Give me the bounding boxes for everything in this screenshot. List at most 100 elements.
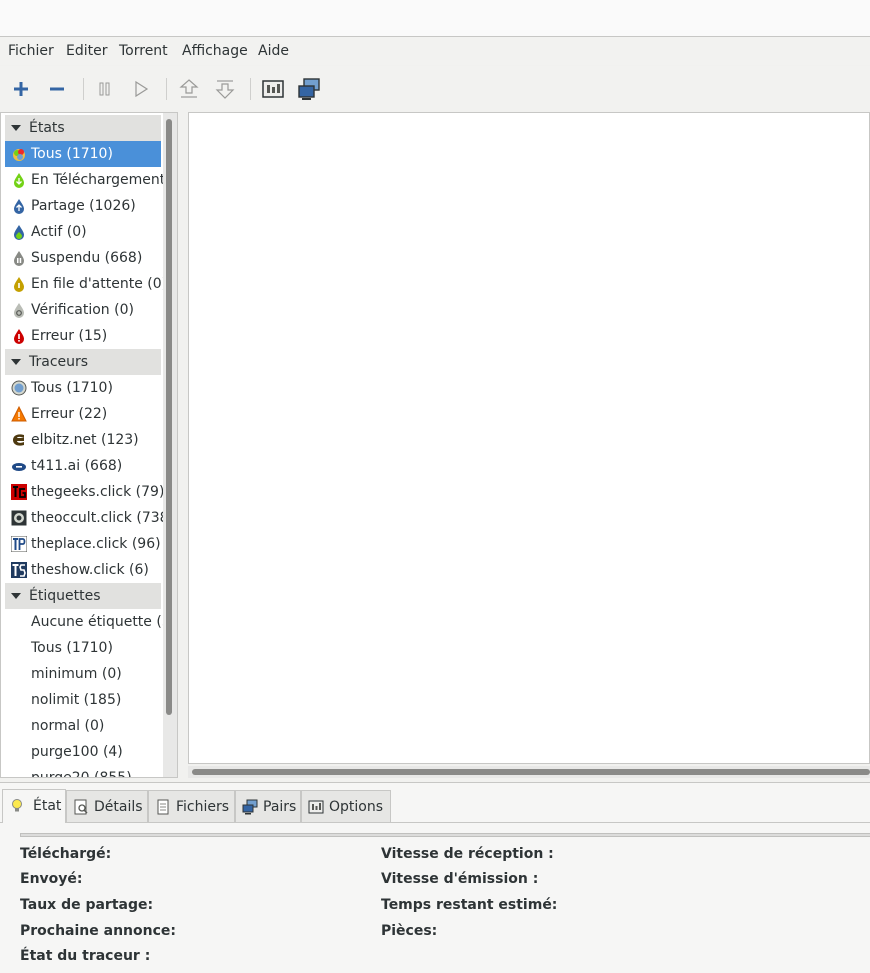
sidebar-item-label-purge20[interactable]: purge20 (855) bbox=[5, 765, 161, 778]
connection-manager-icon bbox=[298, 78, 320, 100]
menu-bar: Fichier Editer Torrent Affichage Aide bbox=[0, 37, 870, 65]
menu-torrent[interactable]: Torrent bbox=[119, 43, 168, 59]
sidebar-item-tracker-t411[interactable]: t411.ai (668) bbox=[5, 453, 161, 479]
move-up-icon bbox=[179, 79, 199, 98]
sidebar-item-label: normal (0) bbox=[31, 718, 105, 734]
sidebar-item-label: theshow.click (6) bbox=[31, 562, 149, 578]
toolbar-separator bbox=[166, 78, 167, 100]
torrent-list[interactable] bbox=[188, 112, 870, 764]
section-label: États bbox=[29, 120, 65, 136]
sidebar-item-checking[interactable]: Vérification (0) bbox=[5, 297, 161, 323]
preferences-button[interactable] bbox=[260, 76, 286, 102]
sidebar-item-label: Aucune étiquette (5 bbox=[31, 614, 171, 630]
queue-up-button[interactable] bbox=[176, 76, 202, 102]
sidebar-item-downloading[interactable]: En Téléchargement bbox=[5, 167, 165, 193]
tab-fichiers[interactable]: Fichiers bbox=[148, 790, 235, 822]
sidebar-item-label: Tous (1710) bbox=[31, 380, 113, 396]
theplace-favicon bbox=[11, 536, 27, 552]
sidebar-item-label-minimum[interactable]: minimum (0) bbox=[5, 661, 161, 687]
sidebar-item-tracker-thegeeks[interactable]: thegeeks.click (79) bbox=[5, 479, 165, 505]
sidebar-item-tracker-error[interactable]: Erreur (22) bbox=[5, 401, 161, 427]
section-label: Étiquettes bbox=[29, 588, 101, 604]
field-download-speed: Vitesse de réception : bbox=[381, 846, 554, 862]
paused-icon bbox=[14, 251, 24, 266]
sidebar-scrollbar-thumb[interactable] bbox=[166, 119, 172, 715]
tab-label: Détails bbox=[94, 799, 143, 815]
field-pieces: Pièces: bbox=[381, 923, 438, 939]
preferences-icon bbox=[262, 80, 284, 98]
seeding-icon bbox=[14, 199, 24, 214]
sidebar-item-tracker-theoccult[interactable]: theoccult.click (738) bbox=[5, 505, 174, 531]
sidebar-item-etat-tous[interactable]: Tous (1710) bbox=[5, 141, 161, 167]
sidebar-scrollbar[interactable] bbox=[163, 113, 177, 777]
menu-affichage[interactable]: Affichage bbox=[182, 43, 248, 59]
move-down-icon bbox=[215, 80, 235, 99]
tab-label: Pairs bbox=[263, 799, 297, 815]
sidebar-section-etiquettes[interactable]: Étiquettes bbox=[5, 583, 161, 609]
sidebar-item-label-all[interactable]: Tous (1710) bbox=[5, 635, 161, 661]
sidebar-item-tracker-elbitz[interactable]: elbitz.net (123) bbox=[5, 427, 161, 453]
tab-details[interactable]: Détails bbox=[66, 790, 148, 822]
torrent-list-hscrollbar[interactable] bbox=[188, 766, 870, 778]
sidebar-item-error[interactable]: Erreur (15) bbox=[5, 323, 161, 349]
sidebar-section-traceurs[interactable]: Traceurs bbox=[5, 349, 161, 375]
sidebar-item-label: purge20 (855) bbox=[31, 770, 132, 778]
sidebar-item-paused[interactable]: Suspendu (668) bbox=[5, 245, 161, 271]
toolbar-separator bbox=[83, 78, 84, 100]
all-icon bbox=[13, 149, 25, 161]
field-eta: Temps restant estimé: bbox=[381, 897, 558, 913]
menu-aide[interactable]: Aide bbox=[258, 43, 289, 59]
sidebar-item-queued[interactable]: En file d'attente (0) bbox=[5, 271, 167, 297]
sidebar-item-label-none[interactable]: Aucune étiquette (5 bbox=[5, 609, 171, 635]
sidebar-item-active[interactable]: Actif (0) bbox=[5, 219, 161, 245]
sidebar-item-label: purge100 (4) bbox=[31, 744, 123, 760]
sidebar-item-label: thegeeks.click (79) bbox=[31, 484, 165, 500]
sidebar-item-tracker-tous[interactable]: Tous (1710) bbox=[5, 375, 161, 401]
sidebar-item-label: t411.ai (668) bbox=[31, 458, 123, 474]
tab-options[interactable]: Options bbox=[301, 790, 391, 822]
window-titlebar bbox=[0, 0, 870, 37]
expander-down-icon[interactable] bbox=[11, 593, 21, 599]
expander-down-icon[interactable] bbox=[11, 125, 21, 131]
globe-icon bbox=[11, 380, 27, 396]
tab-etat[interactable]: État bbox=[2, 789, 66, 823]
sidebar-item-label-normal[interactable]: normal (0) bbox=[5, 713, 161, 739]
warning-icon bbox=[11, 406, 27, 422]
sidebar-item-label: theoccult.click (738) bbox=[31, 510, 175, 526]
checking-icon bbox=[14, 303, 24, 318]
sidebar-item-label: Tous (1710) bbox=[31, 640, 113, 656]
queued-icon bbox=[14, 277, 24, 292]
sidebar-item-label: theplace.click (96) bbox=[31, 536, 161, 552]
elbitz-favicon bbox=[13, 434, 24, 446]
sidebar-item-label: nolimit (185) bbox=[31, 692, 122, 708]
tab-pairs[interactable]: Pairs bbox=[235, 790, 301, 822]
field-downloaded: Téléchargé: bbox=[20, 846, 112, 862]
torrent-progress-bar bbox=[20, 833, 870, 837]
hscrollbar-thumb[interactable] bbox=[192, 769, 870, 775]
pause-icon bbox=[99, 82, 110, 96]
connection-manager-button[interactable] bbox=[296, 76, 322, 102]
sidebar-filter-tree[interactable]: États Tous (1710) En Téléchargement Part… bbox=[0, 112, 178, 778]
sidebar-item-seeding[interactable]: Partage (1026) bbox=[5, 193, 161, 219]
menu-editer[interactable]: Editer bbox=[66, 43, 107, 59]
sidebar-section-etats[interactable]: États bbox=[5, 115, 161, 141]
options-icon bbox=[308, 800, 324, 814]
sidebar-item-label-purge100[interactable]: purge100 (4) bbox=[5, 739, 161, 765]
resume-button[interactable] bbox=[128, 76, 154, 102]
sidebar-item-label: Actif (0) bbox=[31, 224, 87, 240]
add-torrent-button[interactable] bbox=[8, 76, 34, 102]
field-share-ratio: Taux de partage: bbox=[20, 897, 154, 913]
pause-button[interactable] bbox=[92, 76, 118, 102]
sidebar-item-label: Erreur (22) bbox=[31, 406, 108, 422]
expander-down-icon[interactable] bbox=[11, 359, 21, 365]
field-upload-speed: Vitesse d'émission : bbox=[381, 871, 539, 887]
tab-label: État bbox=[33, 798, 62, 814]
queue-down-button[interactable] bbox=[212, 76, 238, 102]
sidebar-item-tracker-theplace[interactable]: theplace.click (96) bbox=[5, 531, 161, 557]
tab-label: Options bbox=[329, 799, 384, 815]
remove-torrent-button[interactable] bbox=[44, 76, 70, 102]
bulb-icon bbox=[12, 799, 22, 812]
menu-fichier[interactable]: Fichier bbox=[8, 43, 54, 59]
sidebar-item-label-nolimit[interactable]: nolimit (185) bbox=[5, 687, 161, 713]
sidebar-item-tracker-theshow[interactable]: theshow.click (6) bbox=[5, 557, 161, 583]
